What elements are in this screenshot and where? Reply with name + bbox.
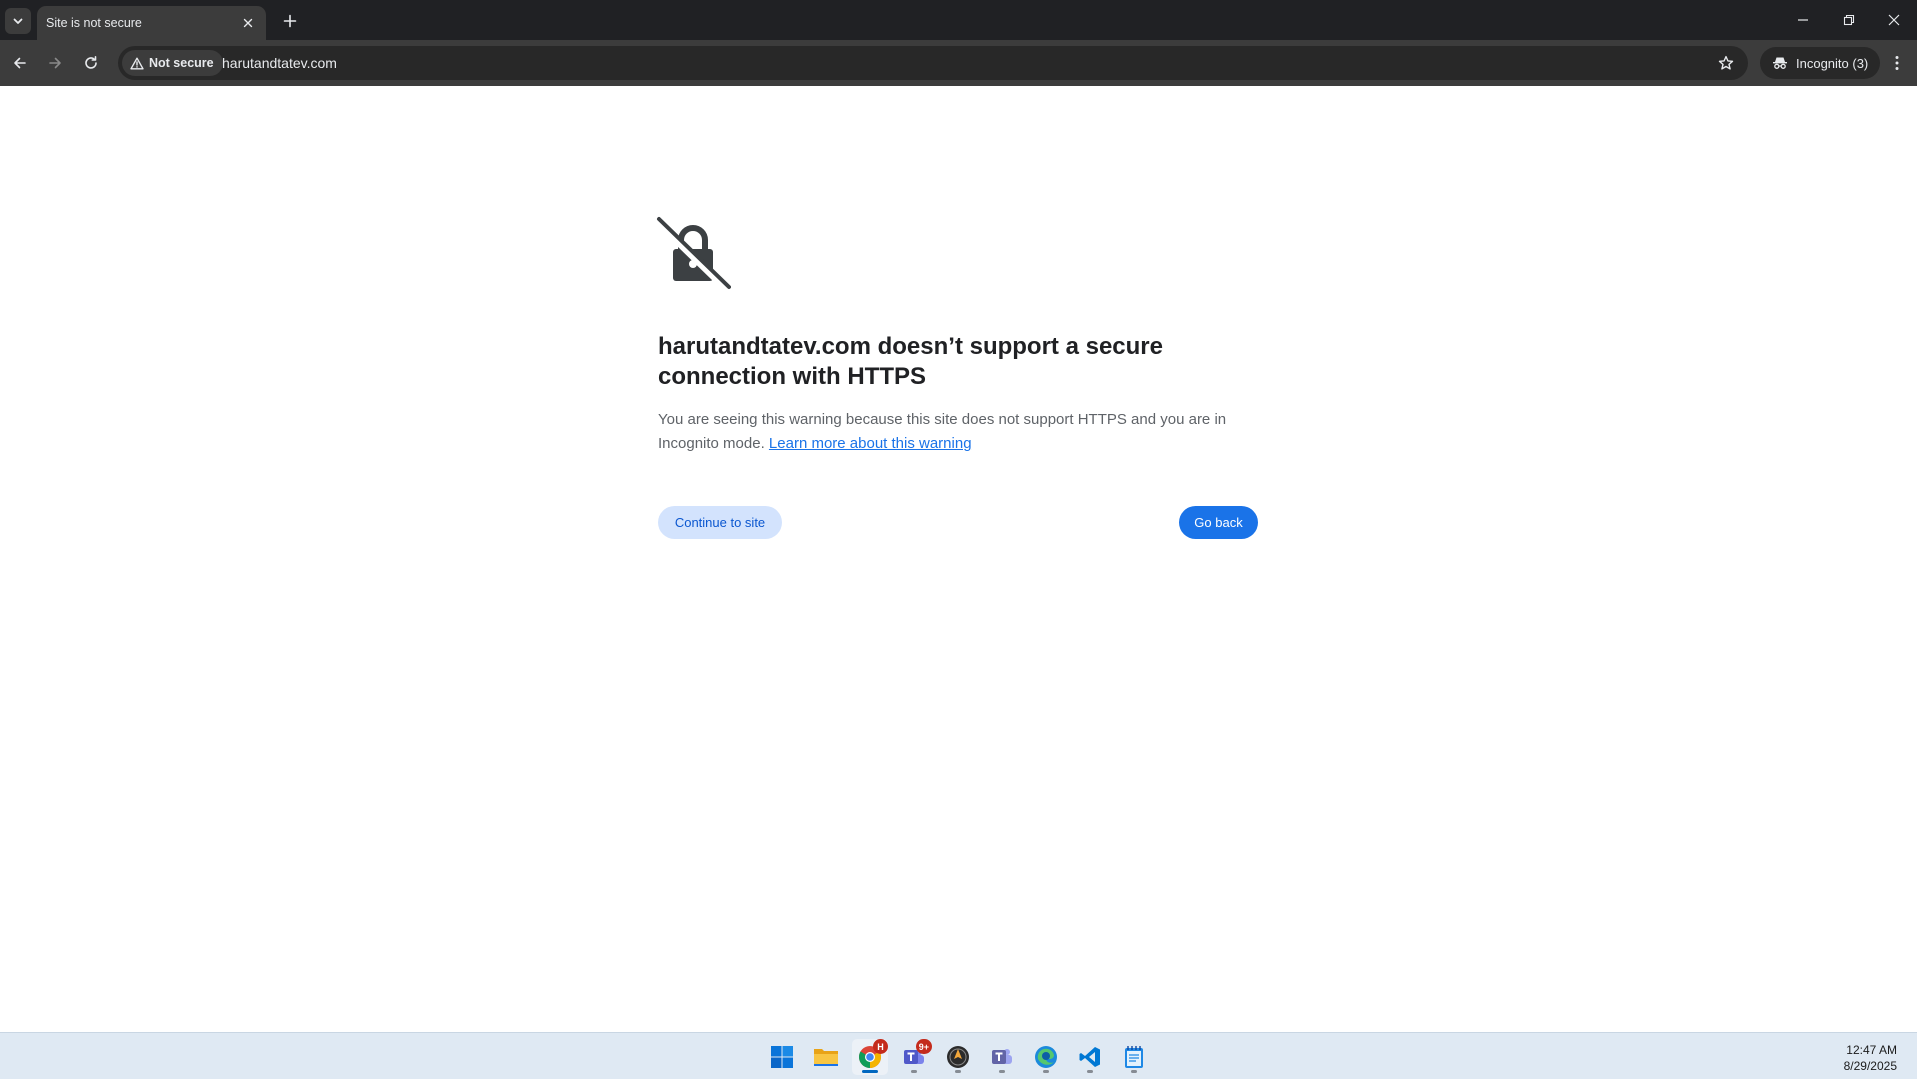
running-indicator — [1043, 1070, 1049, 1073]
bookmark-button[interactable] — [1714, 51, 1738, 75]
close-icon — [1888, 14, 1900, 26]
tab-search-button[interactable] — [5, 8, 31, 34]
teams-icon — [992, 1049, 1012, 1064]
forward-button[interactable] — [40, 48, 70, 78]
close-icon — [243, 18, 253, 28]
windows-start-icon — [771, 1046, 793, 1068]
active-tab[interactable]: Site is not secure — [37, 6, 266, 40]
edge-icon — [1035, 1046, 1057, 1068]
tab-title: Site is not secure — [46, 16, 142, 30]
browser-menu-button[interactable] — [1882, 48, 1912, 78]
folder-icon — [814, 1049, 838, 1066]
learn-more-link[interactable]: Learn more about this warning — [769, 435, 972, 452]
system-clock[interactable]: 12:47 AM 8/29/2025 — [1844, 1042, 1897, 1074]
taskbar-edge[interactable] — [1028, 1039, 1064, 1075]
page-title: harutandtatev.com doesn’t support a secu… — [658, 333, 1163, 390]
taskbar-teams-classic[interactable]: 9+ — [896, 1039, 932, 1075]
restore-icon — [1843, 14, 1855, 26]
running-indicator — [999, 1070, 1005, 1073]
taskbar-dark-app[interactable] — [940, 1039, 976, 1075]
security-chip[interactable]: Not secure — [122, 50, 223, 76]
running-indicator — [1131, 1070, 1137, 1073]
running-indicator — [955, 1070, 961, 1073]
taskbar-teams[interactable] — [984, 1039, 1020, 1075]
plus-icon — [283, 14, 297, 28]
security-chip-label: Not secure — [149, 56, 214, 70]
running-indicator — [911, 1070, 917, 1073]
tab-close-button[interactable] — [238, 13, 258, 33]
active-indicator — [862, 1070, 878, 1073]
go-back-button[interactable]: Go back — [1179, 506, 1258, 539]
new-tab-button[interactable] — [277, 10, 303, 32]
taskbar-file-explorer[interactable] — [808, 1039, 844, 1075]
arrow-left-icon — [14, 57, 26, 69]
close-window-button[interactable] — [1871, 0, 1917, 40]
tab-strip: Site is not secure — [0, 0, 1917, 40]
reload-button[interactable] — [76, 48, 106, 78]
warning-triangle-icon — [130, 57, 144, 69]
minimize-button[interactable] — [1780, 0, 1826, 40]
url-text[interactable]: harutandtatev.com — [222, 55, 337, 71]
incognito-icon — [1773, 57, 1787, 69]
taskbar-chrome[interactable]: H — [852, 1039, 888, 1075]
arrow-right-icon — [49, 57, 61, 69]
address-bar[interactable]: Not secure harutandtatev.com — [118, 46, 1748, 80]
star-icon — [1718, 55, 1734, 70]
interstitial-page: harutandtatev.com doesn’t support a secu… — [0, 86, 1917, 1032]
more-vert-icon — [1895, 56, 1899, 70]
compass-icon — [947, 1046, 969, 1068]
continue-to-site-button[interactable]: Continue to site — [658, 506, 782, 539]
taskbar: H 9+ 12:47 AM 8/29/2025 — [0, 1032, 1917, 1079]
vscode-icon — [1079, 1047, 1100, 1067]
warning-description: You are seeing this warning because this… — [658, 408, 1258, 456]
reload-icon — [85, 56, 97, 69]
taskbar-start-button[interactable] — [764, 1039, 800, 1075]
minimize-icon — [1798, 19, 1808, 21]
chrome-badge: H — [873, 1039, 888, 1054]
running-indicator — [1087, 1070, 1093, 1073]
teams-badge: 9+ — [915, 1039, 932, 1054]
browser-toolbar: Not secure harutandtatev.com Incognito (… — [0, 40, 1917, 86]
restore-button[interactable] — [1826, 0, 1872, 40]
lock-slash-icon — [655, 217, 731, 292]
clock-date: 8/29/2025 — [1843, 1059, 1897, 1073]
back-button[interactable] — [5, 48, 35, 78]
taskbar-notepad[interactable] — [1116, 1039, 1152, 1075]
chevron-down-icon — [13, 18, 23, 24]
incognito-button[interactable]: Incognito (3) — [1760, 47, 1881, 79]
clock-time: 12:47 AM — [1846, 1043, 1897, 1057]
incognito-label: Incognito (3) — [1796, 55, 1869, 71]
taskbar-vscode[interactable] — [1072, 1039, 1108, 1075]
notepad-icon — [1125, 1046, 1143, 1068]
